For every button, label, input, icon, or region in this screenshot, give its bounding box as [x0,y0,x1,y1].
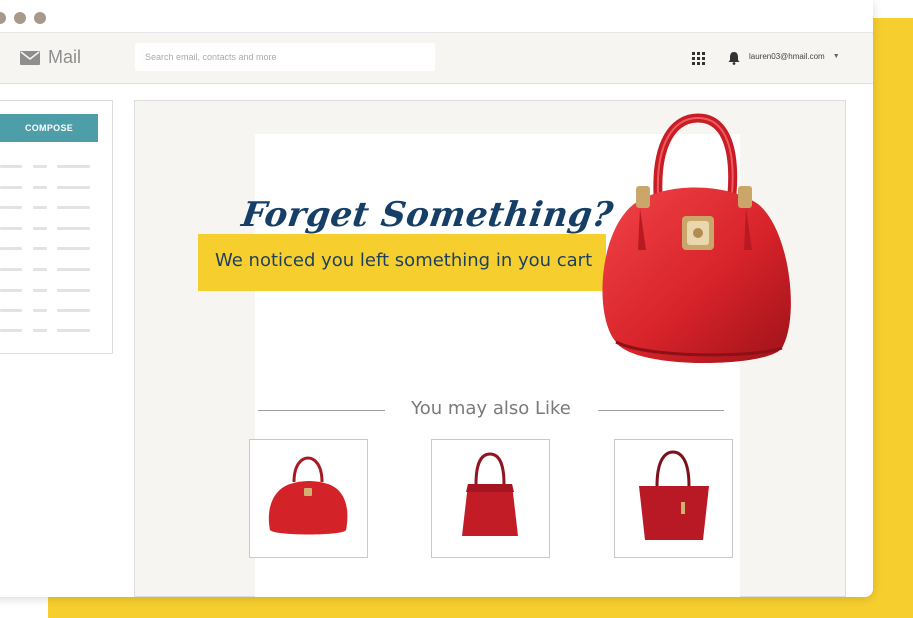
window-titlebar [0,0,873,33]
browser-window: Mail lauren03@hmail.com ▼ [0,0,873,597]
chevron-down-icon: ▼ [832,53,840,60]
compose-button[interactable]: COMPOSE [0,114,98,142]
hero-handbag-image[interactable] [586,112,804,374]
account-email: lauren03@hmail.com [749,52,825,61]
bell-icon[interactable] [728,51,740,65]
search-input[interactable] [135,43,435,71]
sidebar-item-placeholder[interactable] [0,206,100,209]
mail-logo[interactable]: Mail [20,47,81,68]
product-image-shopper-bag [639,450,709,540]
recommendations-heading: You may also Like [258,398,724,422]
window-control-close[interactable] [0,12,6,24]
sidebar-item-placeholder[interactable] [0,186,100,189]
sidebar-item-placeholder[interactable] [0,289,100,292]
sidebar-item-placeholder[interactable] [0,309,100,312]
product-card-3[interactable] [614,439,733,558]
product-card-1[interactable] [249,439,368,558]
window-control-minimize[interactable] [14,12,26,24]
email-headline: Forget Something? [239,195,616,235]
sidebar-item-placeholder[interactable] [0,268,100,271]
email-subline: We noticed you left something in you car… [215,250,593,271]
divider-right [598,410,724,411]
mail-app-bar: Mail lauren03@hmail.com ▼ [0,33,873,84]
grid-icon[interactable] [692,52,705,65]
app-name: Mail [48,47,82,67]
product-image-dome-bag [268,456,348,535]
sidebar-item-placeholder[interactable] [0,329,100,332]
window-control-maximize[interactable] [34,12,46,24]
sidebar-item-placeholder[interactable] [0,227,100,230]
sidebar: COMPOSE [0,100,113,354]
product-card-2[interactable] [431,439,550,558]
product-image-tote-bag [462,452,518,536]
account-menu[interactable]: lauren03@hmail.com ▼ [749,52,840,61]
screen: Mail lauren03@hmail.com ▼ [0,0,913,618]
envelope-icon [20,50,40,65]
recommendations-title: You may also Like [411,398,571,419]
sidebar-item-placeholder[interactable] [0,247,100,250]
sidebar-item-placeholder[interactable] [0,165,100,168]
